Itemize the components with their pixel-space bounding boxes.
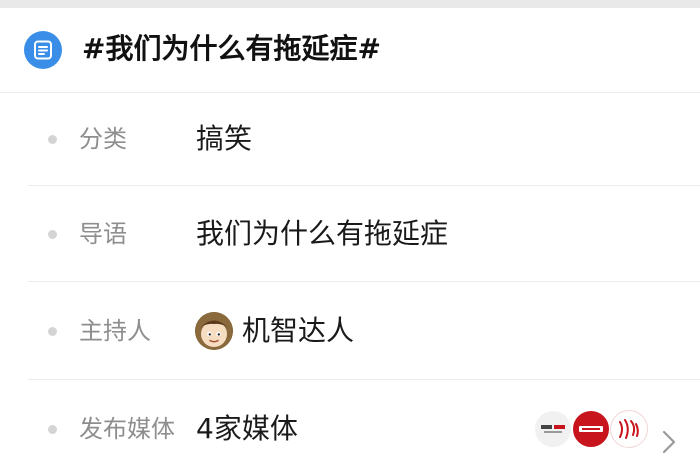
category-label: 分类 (79, 125, 127, 153)
category-value: 搞笑 (196, 122, 253, 155)
media-logo-2 (572, 410, 610, 448)
media-count[interactable]: 4家媒体 (196, 410, 298, 448)
media-row[interactable]: 发布媒体 4家媒体 (0, 380, 700, 466)
bullet-dot (48, 230, 57, 239)
intro-label: 导语 (79, 220, 127, 248)
media-label: 发布媒体 (79, 415, 175, 443)
media-logos[interactable] (534, 410, 654, 450)
category-row: 分类 搞笑 (0, 92, 700, 186)
topic-title: #我们为什么有拖延症# (82, 32, 381, 65)
host-row[interactable]: 主持人 机智达人 (0, 282, 700, 380)
topic-header: #我们为什么有拖延症# (0, 8, 700, 93)
bullet-dot (48, 327, 57, 336)
bullet-dot (48, 425, 57, 434)
intro-value: 我们为什么有拖延症 (196, 217, 449, 250)
host-label: 主持人 (79, 317, 151, 345)
topic-info-card: #我们为什么有拖延症# 分类 搞笑 导语 我们为什么有拖延症 主持人 机智达人 … (0, 8, 700, 466)
media-logo-3 (610, 410, 648, 448)
topic-list-icon (24, 31, 62, 69)
host-avatar[interactable] (195, 312, 233, 350)
media-logo-1 (534, 410, 572, 448)
host-name[interactable]: 机智达人 (242, 312, 354, 350)
chevron-right-icon[interactable] (661, 429, 677, 455)
bullet-dot (48, 135, 57, 144)
intro-row: 导语 我们为什么有拖延症 (0, 186, 700, 282)
